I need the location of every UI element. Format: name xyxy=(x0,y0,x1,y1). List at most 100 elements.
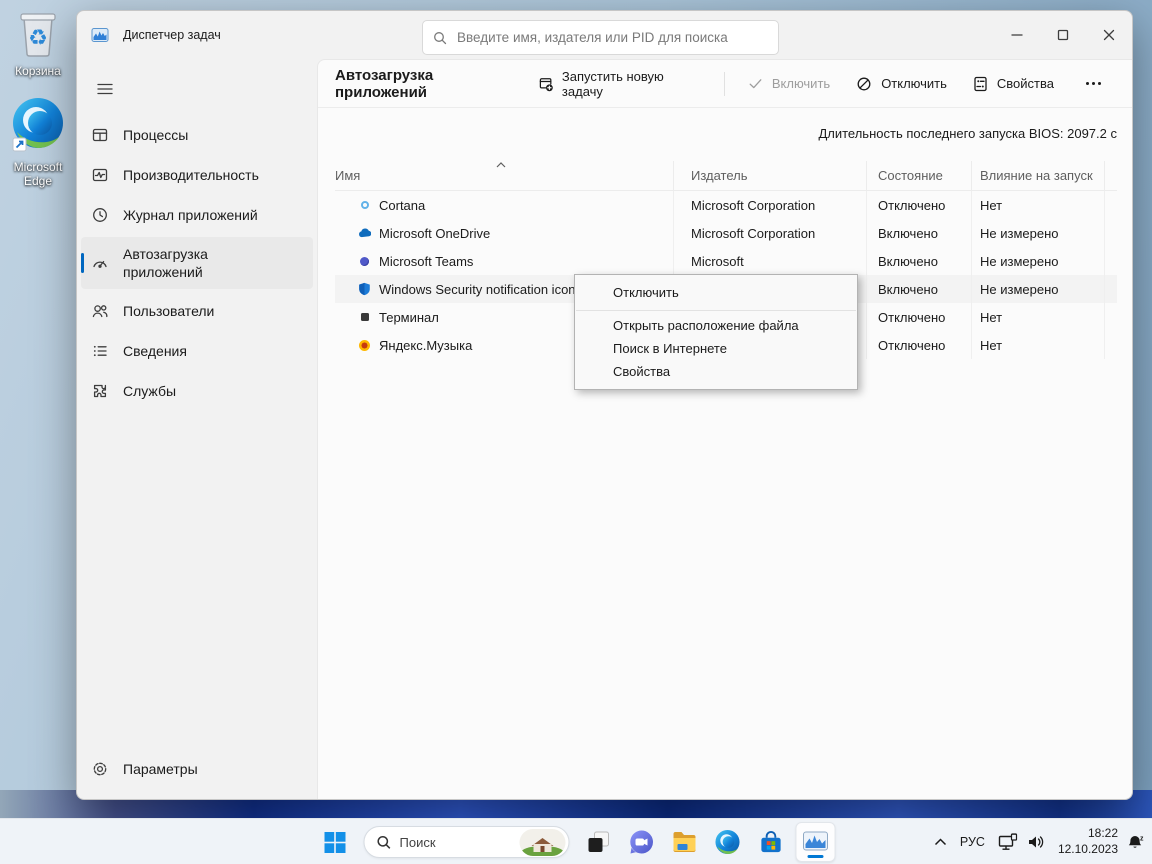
sidebar-item-performance[interactable]: Производительность xyxy=(81,157,313,193)
close-icon xyxy=(1103,29,1115,41)
do-not-disturb-bell-icon[interactable]: z xyxy=(1127,834,1144,851)
file-explorer-icon xyxy=(672,829,698,855)
sidebar-item-services[interactable]: Службы xyxy=(81,373,313,409)
taskbar-search-box[interactable] xyxy=(364,826,570,858)
properties-label: Свойства xyxy=(997,76,1054,91)
sidebar-item-processes[interactable]: Процессы xyxy=(81,117,313,153)
task-view-icon xyxy=(587,830,611,854)
recycle-bin-desktop-icon[interactable]: ♻ Корзина xyxy=(6,10,70,79)
task-manager-taskbar-button[interactable] xyxy=(796,822,836,862)
desktop: ♻ Корзина Microsoft Edge xyxy=(0,0,1152,864)
table-row-onedrive[interactable]: Microsoft OneDrive Microsoft Corporation… xyxy=(335,219,1117,247)
sidebar-item-startup-apps[interactable]: Автозагрузка приложений xyxy=(81,237,313,289)
security-shield-icon xyxy=(358,282,371,296)
start-button[interactable] xyxy=(317,822,353,862)
new-task-icon xyxy=(538,76,553,92)
volume-icon[interactable] xyxy=(1027,834,1045,850)
table-row-cortana[interactable]: Cortana Microsoft Corporation Отключено … xyxy=(335,191,1117,219)
window-title: Диспетчер задач xyxy=(123,28,221,42)
windows-logo-icon xyxy=(324,832,345,853)
gear-icon xyxy=(91,760,109,778)
chat-icon xyxy=(629,829,655,855)
sidebar-item-label: Автозагрузка приложений xyxy=(123,245,241,281)
maximize-button[interactable] xyxy=(1040,11,1086,59)
tray-date: 12.10.2023 xyxy=(1058,842,1118,858)
svg-text:z: z xyxy=(1140,835,1144,842)
minimize-button[interactable] xyxy=(994,11,1040,59)
chat-button[interactable] xyxy=(624,822,660,862)
services-icon xyxy=(91,382,109,400)
sidebar-item-settings[interactable]: Параметры xyxy=(81,751,313,787)
more-icon xyxy=(1080,82,1107,85)
tray-overflow-button[interactable] xyxy=(934,838,947,846)
task-manager-icon xyxy=(803,830,829,854)
properties-button[interactable]: Свойства xyxy=(962,69,1065,99)
startup-apps-page: Автозагрузка приложений Запустить новую … xyxy=(317,59,1132,799)
onedrive-icon xyxy=(358,226,371,240)
performance-icon xyxy=(91,166,109,184)
store-icon xyxy=(758,830,783,855)
disable-label: Отключить xyxy=(881,76,947,91)
sidebar-item-users[interactable]: Пользователи xyxy=(81,293,313,329)
check-icon xyxy=(748,76,763,91)
run-new-task-button[interactable]: Запустить новую задачу xyxy=(527,62,712,106)
enable-button[interactable]: Включить xyxy=(737,69,841,98)
context-menu-item-disable[interactable]: Отключить xyxy=(575,278,857,307)
hamburger-icon xyxy=(96,80,114,98)
enable-label: Включить xyxy=(772,76,830,91)
bios-duration-text: Длительность последнего запуска BIOS: 20… xyxy=(318,108,1132,141)
sidebar-item-label: Журнал приложений xyxy=(123,207,258,223)
context-menu-item-properties[interactable]: Свойства xyxy=(575,360,857,383)
column-header-publisher[interactable]: Издатель xyxy=(674,161,867,190)
taskmgr-search-box[interactable] xyxy=(422,20,779,55)
svg-text:♻: ♻ xyxy=(28,25,48,50)
maximize-icon xyxy=(1057,29,1069,41)
active-app-indicator xyxy=(808,855,824,858)
more-options-button[interactable] xyxy=(1069,75,1118,92)
processes-icon xyxy=(91,126,109,144)
edge-icon xyxy=(715,829,741,855)
run-new-task-label: Запустить новую задачу xyxy=(562,69,701,99)
network-icon[interactable] xyxy=(998,833,1018,851)
sort-ascending-icon xyxy=(495,161,507,169)
context-menu-item-open-file-location[interactable]: Открыть расположение файла xyxy=(575,314,857,337)
column-header-status[interactable]: Состояние xyxy=(867,161,972,190)
search-highlight-image[interactable] xyxy=(520,829,566,856)
sidebar-item-label: Пользователи xyxy=(123,303,214,319)
microsoft-store-button[interactable] xyxy=(753,822,789,862)
close-button[interactable] xyxy=(1086,11,1132,59)
sidebar-item-label: Параметры xyxy=(123,761,198,777)
toolbar: Запустить новую задачу Включить Отключит… xyxy=(527,62,1118,106)
column-header-name[interactable]: Имя xyxy=(335,161,674,190)
block-icon xyxy=(856,76,872,92)
table-row-teams[interactable]: Microsoft Teams Microsoft Включено Не из… xyxy=(335,247,1117,275)
properties-icon xyxy=(973,76,988,92)
column-header-blank xyxy=(1105,161,1117,190)
table-header: Имя Издатель Состояние Влияние на запуск xyxy=(335,161,1117,191)
titlebar[interactable]: Диспетчер задач xyxy=(77,11,1132,59)
system-tray: РУС 18:22 12.10.2023 xyxy=(934,819,1148,864)
desktop-icon-label: Корзина xyxy=(6,65,70,79)
sidebar-item-label: Производительность xyxy=(123,167,259,183)
desktop-icon-label: Microsoft Edge xyxy=(6,161,70,189)
sidebar: Процессы Производительность Журнал прило… xyxy=(77,59,317,799)
language-indicator[interactable]: РУС xyxy=(956,835,989,849)
clock[interactable]: 18:22 12.10.2023 xyxy=(1054,826,1118,858)
search-icon xyxy=(433,31,447,45)
edge-button[interactable] xyxy=(710,822,746,862)
sidebar-item-details[interactable]: Сведения xyxy=(81,333,313,369)
column-header-impact[interactable]: Влияние на запуск xyxy=(972,161,1105,190)
disable-button[interactable]: Отключить xyxy=(845,69,958,99)
navigation-menu-button[interactable] xyxy=(87,73,123,105)
task-view-button[interactable] xyxy=(581,822,617,862)
context-menu: Отключить Открыть расположение файла Пои… xyxy=(574,274,858,390)
context-menu-item-search-online[interactable]: Поиск в Интернете xyxy=(575,337,857,360)
taskbar-search-input[interactable] xyxy=(400,835,490,850)
file-explorer-button[interactable] xyxy=(667,822,703,862)
taskmgr-search-input[interactable] xyxy=(457,30,768,45)
task-manager-window: Диспетчер задач xyxy=(76,10,1133,800)
minimize-icon xyxy=(1011,29,1023,41)
sidebar-item-label: Службы xyxy=(123,383,176,399)
sidebar-item-app-history[interactable]: Журнал приложений xyxy=(81,197,313,233)
edge-desktop-icon[interactable]: Microsoft Edge xyxy=(6,96,70,189)
